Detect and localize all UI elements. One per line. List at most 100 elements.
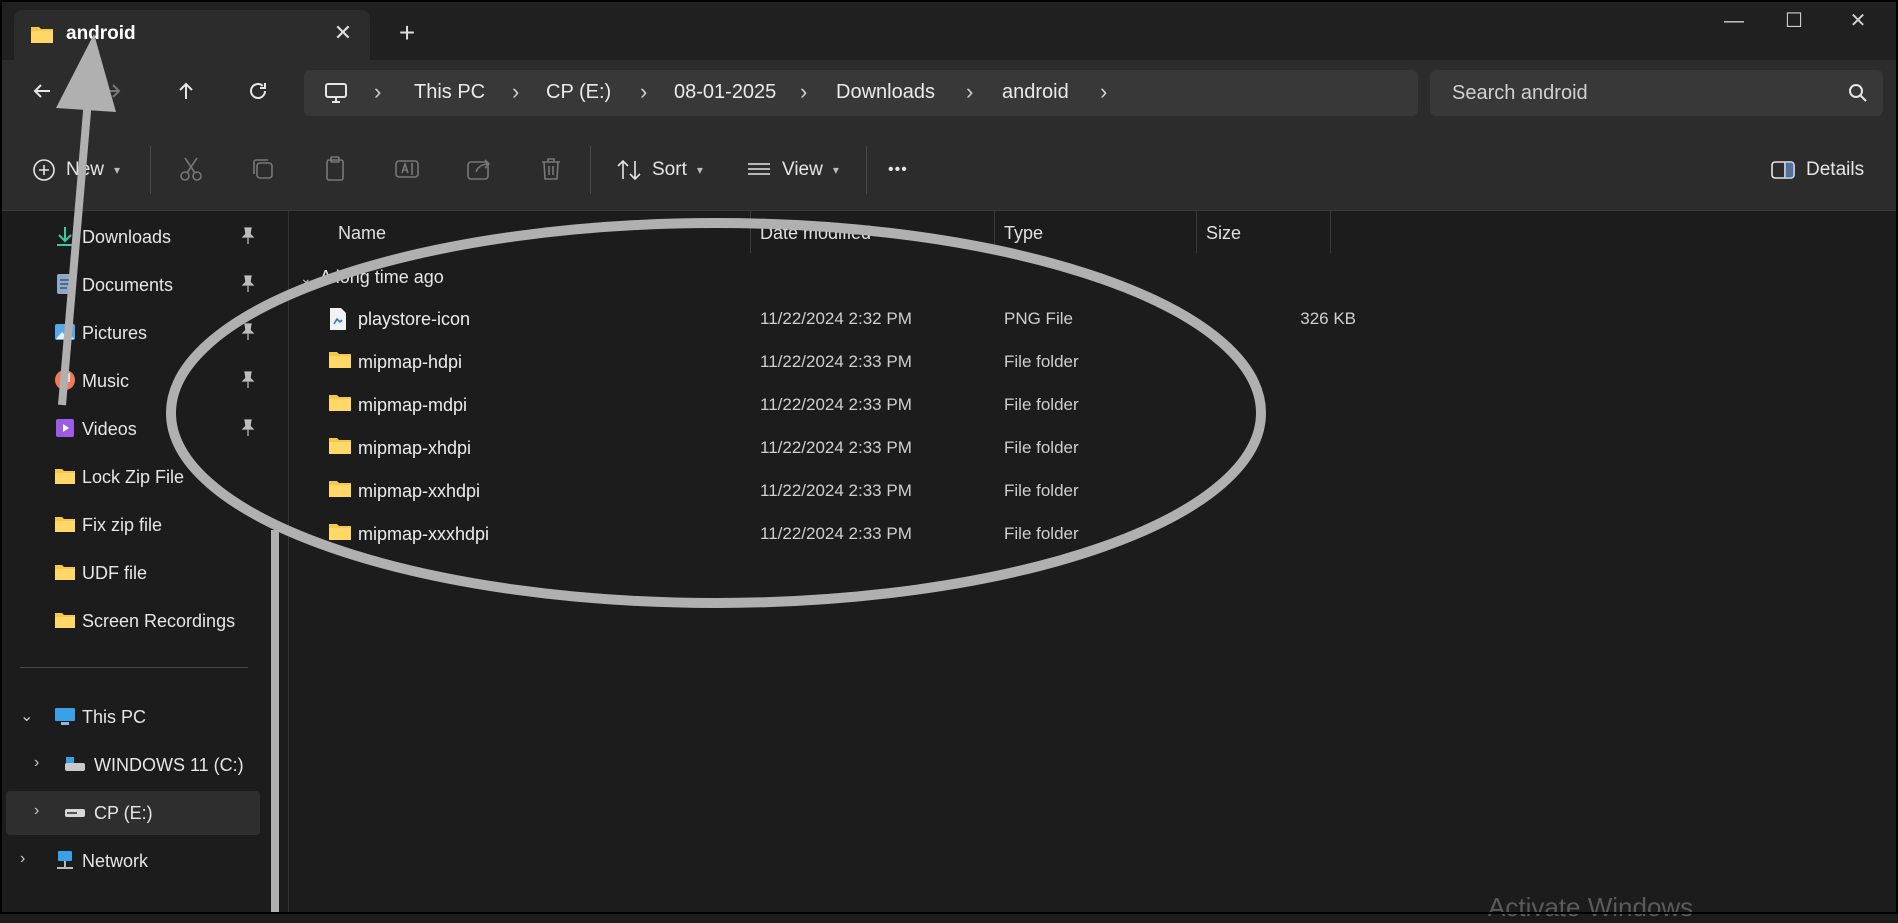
chevron-right-icon[interactable]: › xyxy=(34,754,39,772)
column-divider xyxy=(994,211,995,253)
file-row[interactable]: mipmap-mdpi 11/22/2024 2:33 PM File fold… xyxy=(318,385,1618,425)
file-name: mipmap-hdpi xyxy=(358,352,463,372)
toolbar-divider xyxy=(150,146,151,194)
copy-icon[interactable] xyxy=(248,154,278,184)
file-row[interactable]: mipmap-xxhdpi 11/22/2024 2:33 PM File fo… xyxy=(318,471,1618,511)
tab-title: android xyxy=(66,23,136,44)
file-row[interactable]: mipmap-xhdpi 11/22/2024 2:33 PM File fol… xyxy=(318,428,1618,468)
sidebar-item-this-pc[interactable]: ⌄ This PC xyxy=(0,695,288,739)
breadcrumb-android[interactable]: android xyxy=(1002,81,1069,104)
sidebar-item-music[interactable]: Music xyxy=(0,359,288,403)
sort-button-label: Sort xyxy=(652,159,687,180)
sidebar-item-fix-zip-file[interactable]: Fix zip file xyxy=(0,503,288,547)
view-button[interactable]: View ▾ xyxy=(746,152,839,188)
new-button[interactable]: New ▾ xyxy=(32,152,120,188)
pin-icon[interactable] xyxy=(240,227,256,245)
chevron-down-icon: ▾ xyxy=(696,163,703,177)
network-icon xyxy=(57,851,73,869)
pin-icon[interactable] xyxy=(240,419,256,437)
sidebar-item-label: UDF file xyxy=(82,563,148,583)
file-type: File folder xyxy=(1004,395,1079,414)
sidebar-item-network[interactable]: › Network xyxy=(0,839,288,883)
up-button[interactable] xyxy=(166,74,206,114)
more-options-button[interactable]: ••• xyxy=(888,152,908,188)
sidebar-item-label: Lock Zip File xyxy=(82,467,185,487)
file-row[interactable]: mipmap-hdpi 11/22/2024 2:33 PM File fold… xyxy=(318,342,1618,382)
toolbar-divider xyxy=(590,146,591,194)
details-pane-button[interactable]: Details xyxy=(1770,152,1864,188)
sidebar-item-downloads[interactable]: Downloads xyxy=(0,215,288,259)
view-list-icon xyxy=(748,163,770,175)
chevron-down-icon: ⌄ xyxy=(300,270,312,286)
details-label: Details xyxy=(1806,159,1865,180)
sidebar-divider xyxy=(20,667,248,668)
forward-button[interactable] xyxy=(92,74,132,114)
column-divider xyxy=(1330,211,1331,253)
sidebar-item-pictures[interactable]: Pictures xyxy=(0,311,288,355)
sidebar-item-windows-11-c[interactable]: › WINDOWS 11 (C:) xyxy=(0,743,288,787)
delete-icon[interactable] xyxy=(536,154,566,184)
sidebar-item-documents[interactable]: Documents xyxy=(0,263,288,307)
breadcrumb-downloads[interactable]: Downloads xyxy=(836,81,935,104)
file-type: File folder xyxy=(1004,524,1079,543)
refresh-icon xyxy=(250,83,266,99)
share-icon[interactable] xyxy=(464,154,494,184)
minimize-button[interactable]: — xyxy=(1714,6,1754,36)
file-date: 11/22/2024 2:33 PM xyxy=(760,395,912,414)
details-pane-icon xyxy=(1771,161,1795,179)
file-date: 11/22/2024 2:33 PM xyxy=(760,481,912,500)
sidebar-item-label: Music xyxy=(82,371,130,391)
pin-icon[interactable] xyxy=(240,371,256,389)
sidebar-item-cp-e[interactable]: › CP (E:) xyxy=(6,791,260,835)
arrow-left-icon xyxy=(33,84,50,98)
new-button-label: New xyxy=(66,159,105,180)
breadcrumb-cp-e[interactable]: CP (E:) xyxy=(546,81,611,104)
sort-button[interactable]: Sort ▾ xyxy=(616,152,703,188)
sidebar-item-udf-file[interactable]: UDF file xyxy=(0,551,288,595)
column-divider xyxy=(1196,211,1197,253)
chevron-right-icon[interactable]: › xyxy=(20,850,25,868)
file-row[interactable]: playstore-icon 11/22/2024 2:32 PM PNG Fi… xyxy=(318,299,1618,339)
pin-icon[interactable] xyxy=(240,323,256,341)
column-header-name[interactable]: Name xyxy=(338,223,386,244)
sidebar-item-lock-zip-file[interactable]: Lock Zip File xyxy=(0,455,288,499)
search-icon[interactable] xyxy=(1847,82,1869,104)
tab-close-button[interactable]: ✕ xyxy=(328,18,358,48)
breadcrumb-separator[interactable]: › xyxy=(1100,79,1107,105)
sidebar-item-screen-recordings[interactable]: Screen Recordings xyxy=(0,599,288,643)
pin-icon[interactable] xyxy=(240,275,256,293)
file-type: File folder xyxy=(1004,352,1079,371)
breadcrumb-date-folder[interactable]: 08-01-2025 xyxy=(674,81,776,104)
toolbar-divider xyxy=(866,146,867,194)
column-header-type[interactable]: Type xyxy=(1004,223,1043,244)
chevron-down-icon: ▾ xyxy=(114,163,121,177)
rename-icon[interactable] xyxy=(392,154,422,184)
group-header[interactable]: ⌄ A long time ago xyxy=(300,267,444,288)
paste-icon[interactable] xyxy=(320,154,350,184)
navigation-bar: › This PC › CP (E:) › 08-01-2025 › Downl… xyxy=(0,60,1898,126)
videos-icon xyxy=(56,419,74,437)
sidebar-item-label: This PC xyxy=(82,707,147,727)
file-row[interactable]: mipmap-xxxhdpi 11/22/2024 2:33 PM File f… xyxy=(318,514,1618,554)
breadcrumb-separator: › xyxy=(966,79,974,104)
chevron-right-icon[interactable]: › xyxy=(34,802,39,820)
refresh-button[interactable] xyxy=(238,74,278,114)
drive-e-icon xyxy=(65,809,85,817)
back-button[interactable] xyxy=(22,74,62,114)
folder-icon xyxy=(329,438,351,454)
cut-icon[interactable] xyxy=(176,154,206,184)
file-type: PNG File xyxy=(1004,309,1073,328)
close-window-button[interactable]: ✕ xyxy=(1838,6,1878,36)
chevron-down-icon[interactable]: ⌄ xyxy=(20,706,33,726)
breadcrumb-this-pc[interactable]: This PC xyxy=(414,81,485,104)
search-box[interactable]: Search android xyxy=(1430,70,1883,116)
new-tab-button[interactable]: + xyxy=(392,18,422,48)
sidebar-item-videos[interactable]: Videos xyxy=(0,407,288,451)
folder-icon xyxy=(55,517,75,532)
maximize-button[interactable]: ☐ xyxy=(1774,6,1814,36)
tab-android[interactable]: android ✕ xyxy=(14,10,370,60)
sort-icon xyxy=(617,159,641,181)
column-header-size[interactable]: Size xyxy=(1206,223,1241,244)
column-header-date[interactable]: Date modified xyxy=(760,223,871,244)
address-bar[interactable]: › This PC › CP (E:) › 08-01-2025 › Downl… xyxy=(304,70,1418,116)
